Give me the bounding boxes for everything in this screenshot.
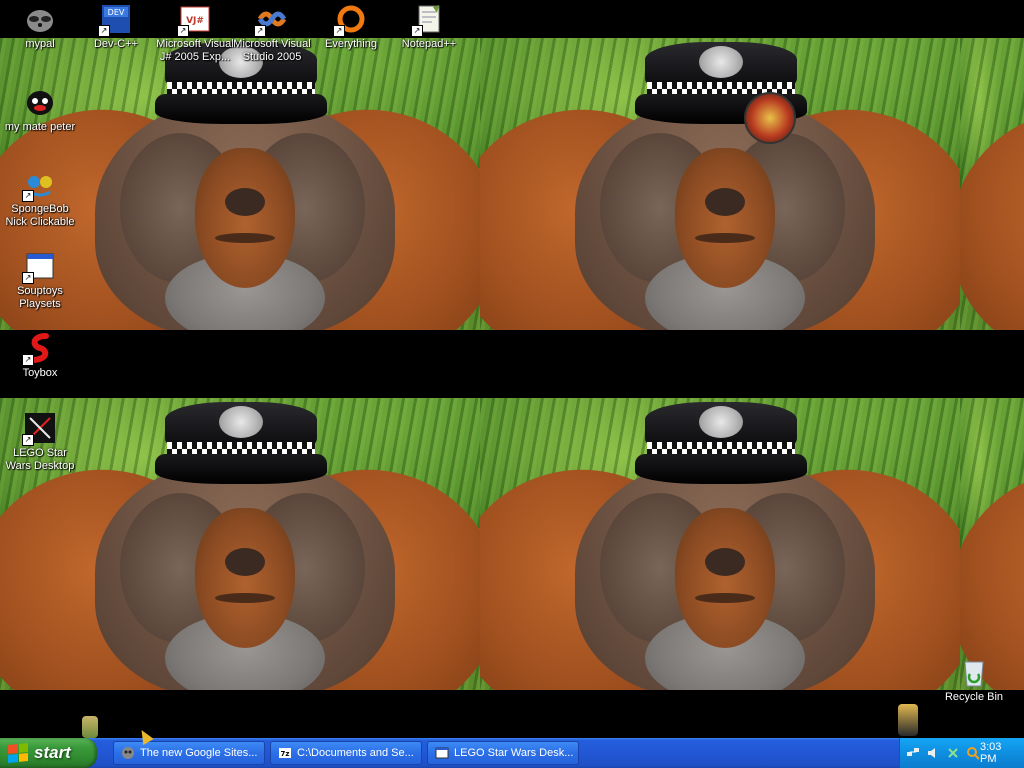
desktop-icon-souptoys[interactable]: ↗ Souptoys Playsets: [0, 250, 80, 311]
desktop-icon-label: Microsoft Visual Studio 2005: [233, 38, 311, 63]
desktop-icon-label: my mate peter: [4, 121, 76, 133]
desktop-icon-recycle-bin[interactable]: Recycle Bin: [934, 656, 1014, 704]
toybox-icon: ↗: [22, 332, 56, 366]
everything-icon: ↗: [333, 3, 367, 37]
search-icon[interactable]: [966, 746, 980, 760]
volume-icon[interactable]: [926, 746, 940, 760]
shortcut-arrow-icon: ↗: [254, 25, 266, 37]
start-button[interactable]: start: [0, 738, 97, 768]
desktop-icon-label: Toybox: [22, 367, 58, 379]
desktop-wallpaper: [0, 0, 1024, 738]
taskbar: start The new Google Sites... 7z C:\Docu…: [0, 738, 1024, 768]
shortcut-arrow-icon: ↗: [22, 272, 34, 284]
desktop-icon-label: Recycle Bin: [944, 691, 1004, 703]
dev-cpp-icon: DEV ↗: [98, 3, 132, 37]
safely-remove-icon[interactable]: [946, 746, 960, 760]
police-hat: [635, 402, 807, 486]
raccoon-icon: [24, 3, 56, 35]
taskbar-button-documents[interactable]: 7z C:\Documents and Se...: [270, 741, 422, 765]
lego-minifig-icon[interactable]: [82, 716, 98, 738]
visual-studio-icon: ↗: [254, 3, 288, 37]
desktop-icon-notepadpp[interactable]: ↗ Notepad++: [389, 3, 469, 51]
wallpaper-tile: [480, 398, 960, 690]
taskbar-button-google-sites[interactable]: The new Google Sites...: [113, 741, 265, 765]
windows-logo-icon: [8, 742, 28, 764]
browser-icon: [120, 745, 136, 761]
window-icon: ↗: [22, 250, 56, 284]
desktop-icon-label: Notepad++: [401, 38, 457, 50]
shortcut-arrow-icon: ↗: [98, 25, 110, 37]
wallpaper-tile: [960, 38, 1024, 330]
desktop-icon-toybox[interactable]: ↗ Toybox: [0, 332, 80, 380]
clock[interactable]: 3:03 PM: [980, 741, 1012, 765]
desktop-icon-label: LEGO Star Wars Desktop: [5, 447, 75, 472]
lego-widget-icon[interactable]: [744, 92, 796, 144]
shortcut-arrow-icon: ↗: [411, 25, 423, 37]
desktop-icon-visual-studio[interactable]: ↗ Microsoft Visual Studio 2005: [232, 3, 312, 64]
desktop-icon-label: Everything: [325, 38, 377, 50]
police-hat: [155, 402, 327, 486]
desktop-icon-label: mypal: [25, 38, 55, 50]
svg-text:DEV: DEV: [108, 8, 125, 17]
notepadpp-icon: ↗: [411, 3, 445, 37]
spongebob-icon: ↗: [22, 168, 56, 202]
desktop-icon-label: Dev-C++: [93, 38, 139, 50]
desktop-icon-label: Souptoys Playsets: [17, 285, 63, 310]
wallpaper-tile: [960, 398, 1024, 690]
desktop-icon-my-mate-peter[interactable]: my mate peter: [0, 86, 80, 134]
recycle-bin-icon: [958, 656, 990, 688]
desktop-icon-visual-jsharp[interactable]: VJ# ↗ Microsoft Visual J# 2005 Exp...: [155, 3, 235, 64]
taskbar-button-lego-star-wars[interactable]: LEGO Star Wars Desk...: [427, 741, 579, 765]
network-icon[interactable]: [906, 746, 920, 760]
taskbar-button-label: The new Google Sites...: [140, 747, 258, 759]
7zip-icon: 7z: [277, 745, 293, 761]
shortcut-arrow-icon: ↗: [177, 25, 189, 37]
lego-minifig-icon[interactable]: [898, 704, 918, 736]
desktop-icon-everything[interactable]: ↗ Everything: [311, 3, 391, 51]
shortcut-arrow-icon: ↗: [22, 190, 34, 202]
system-tray: 3:03 PM: [899, 738, 1024, 768]
desktop-icon-lego-star-wars[interactable]: ↗ LEGO Star Wars Desktop: [0, 412, 80, 473]
window-icon: [434, 745, 450, 761]
taskbar-button-label: LEGO Star Wars Desk...: [454, 747, 574, 759]
desktop-icon-dev-cpp[interactable]: DEV ↗ Dev-C++: [76, 3, 156, 51]
shortcut-arrow-icon: ↗: [22, 434, 34, 446]
wallpaper-tile: [480, 38, 960, 330]
desktop-icon-label: Microsoft Visual J# 2005 Exp...: [156, 38, 234, 63]
desktop-icon-mypal[interactable]: mypal: [0, 3, 80, 51]
visual-jsharp-icon: VJ# ↗: [177, 3, 211, 37]
taskbar-button-label: C:\Documents and Se...: [297, 747, 414, 759]
penguin-icon: [24, 86, 56, 118]
svg-text:7z: 7z: [281, 750, 290, 758]
desktop-icon-spongebob[interactable]: ↗ SpongeBob Nick Clickable: [0, 168, 80, 229]
shortcut-arrow-icon: ↗: [22, 354, 34, 366]
lightsaber-icon: ↗: [22, 412, 56, 446]
desktop-icon-label: SpongeBob Nick Clickable: [5, 203, 75, 228]
shortcut-arrow-icon: ↗: [333, 25, 345, 37]
start-button-label: start: [34, 743, 71, 762]
